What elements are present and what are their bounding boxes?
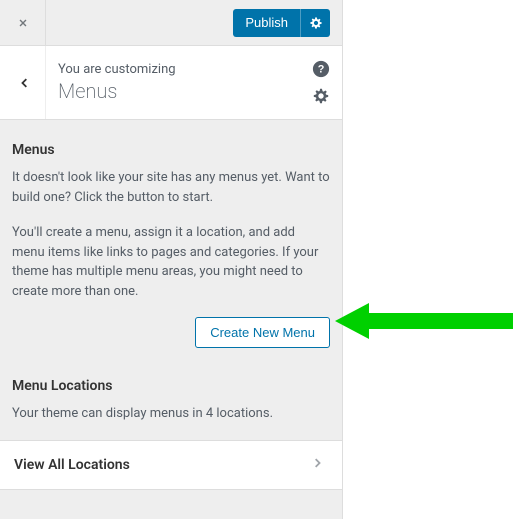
top-bar: Publish: [0, 0, 342, 46]
menu-locations-heading: Menu Locations: [12, 378, 330, 394]
publish-settings-button[interactable]: [300, 9, 330, 37]
menus-intro-text: It doesn't look like your site has any m…: [12, 168, 330, 207]
menus-heading: Menus: [12, 142, 330, 158]
chevron-left-icon: [14, 74, 32, 92]
publish-button[interactable]: Publish: [233, 9, 300, 37]
help-icon: ?: [312, 60, 330, 78]
menu-locations-description: Your theme can display menus in 4 locati…: [12, 404, 330, 424]
create-new-menu-button[interactable]: Create New Menu: [195, 317, 330, 348]
view-all-locations-row[interactable]: View All Locations: [0, 440, 342, 490]
help-button[interactable]: ?: [311, 59, 331, 79]
settings-button[interactable]: [311, 86, 331, 106]
panel-content: Menus It doesn't look like your site has…: [0, 120, 342, 502]
svg-text:?: ?: [318, 64, 325, 76]
header-text: You are customizing Menus: [46, 46, 300, 119]
customizer-panel: Publish You are customizing Menus ? Menu…: [0, 0, 343, 519]
chevron-right-icon: [310, 454, 328, 476]
customizing-label: You are customizing: [58, 62, 288, 77]
view-all-locations-label: View All Locations: [14, 457, 130, 473]
panel-header: You are customizing Menus ?: [0, 46, 342, 120]
annotation-arrow: [335, 299, 515, 359]
close-button[interactable]: [0, 0, 46, 45]
menus-details-text: You'll create a menu, assign it a locati…: [12, 223, 330, 301]
page-title: Menus: [58, 79, 288, 103]
back-button[interactable]: [0, 46, 46, 119]
gear-icon: [309, 16, 323, 30]
close-icon: [16, 16, 30, 30]
publish-group: Publish: [233, 0, 342, 45]
gear-icon: [312, 87, 330, 105]
